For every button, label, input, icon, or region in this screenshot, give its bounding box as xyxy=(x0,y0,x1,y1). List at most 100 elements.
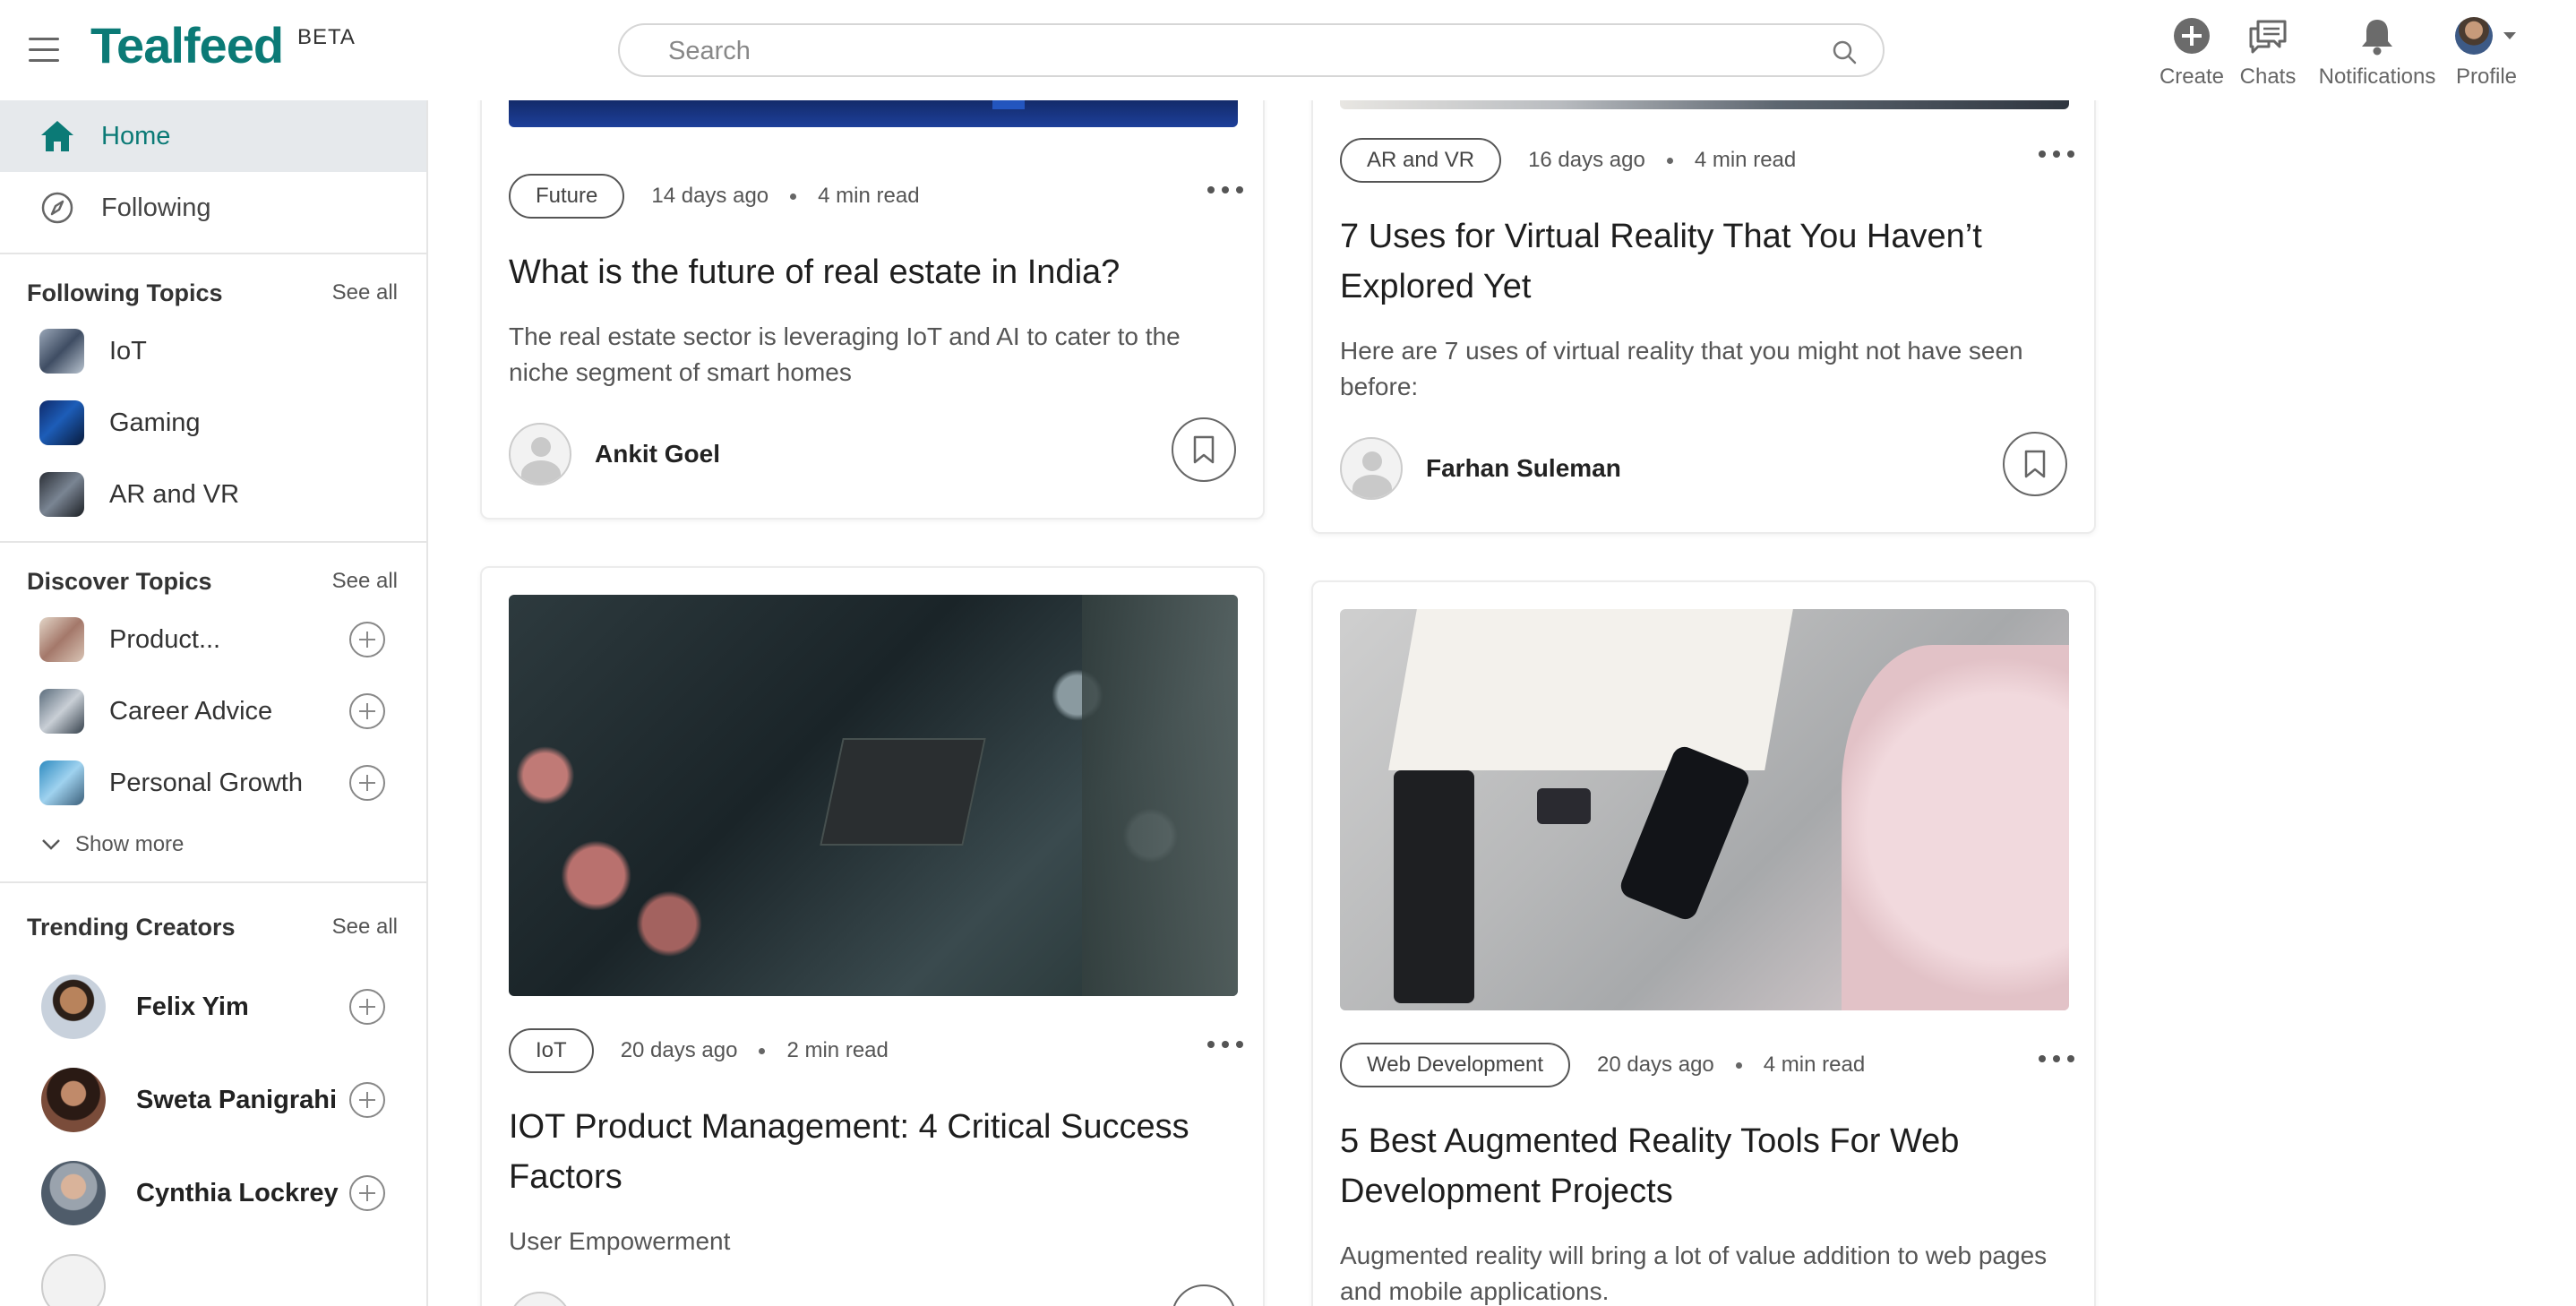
article-meta: IoT 20 days ago 2 min read xyxy=(509,1028,889,1073)
article-meta: Web Development 20 days ago 4 min read xyxy=(1340,1043,1865,1087)
discover-topics-see-all[interactable]: See all xyxy=(332,569,398,594)
article-title[interactable]: 7 Uses for Virtual Reality That You Have… xyxy=(1340,211,2065,312)
trending-creators-see-all[interactable]: See all xyxy=(332,915,398,940)
avatar xyxy=(41,1254,106,1306)
chats-button[interactable]: Chats xyxy=(2234,13,2302,90)
separator-dot xyxy=(1666,157,1673,164)
follow-creator-button[interactable] xyxy=(349,1082,385,1118)
divider xyxy=(0,881,426,883)
bookmark-button[interactable] xyxy=(1172,1285,1236,1306)
chat-icon xyxy=(2249,20,2287,54)
show-more-button[interactable]: Show more xyxy=(0,819,426,871)
profile-button[interactable]: Profile xyxy=(2451,13,2522,90)
article-title[interactable]: 5 Best Augmented Reality Tools For Web D… xyxy=(1340,1116,2065,1216)
home-icon xyxy=(41,121,73,151)
topic-personal-growth[interactable]: Personal Growth xyxy=(0,747,426,819)
article-tag[interactable]: Web Development xyxy=(1340,1043,1570,1087)
follow-topic-button[interactable] xyxy=(349,765,385,801)
topic-gaming[interactable]: Gaming xyxy=(0,387,426,459)
top-header: Tealfeed BETA Create Chats xyxy=(0,0,2576,100)
topic-thumbnail xyxy=(39,472,84,517)
follow-creator-button[interactable] xyxy=(349,989,385,1025)
article-card[interactable]: IoT 20 days ago 2 min read IOT Product M… xyxy=(480,566,1265,1306)
more-options-icon[interactable] xyxy=(2039,1050,2074,1068)
trending-creators-header: Trending Creators See all xyxy=(0,894,426,960)
article-card[interactable]: Web Development 20 days ago 4 min read 5… xyxy=(1311,580,2096,1306)
topic-thumbnail xyxy=(39,760,84,805)
notifications-label: Notifications xyxy=(2318,64,2436,89)
topic-label: Career Advice xyxy=(109,696,273,726)
compass-icon xyxy=(41,192,73,224)
follow-topic-button[interactable] xyxy=(349,693,385,729)
article-card[interactable]: Future 14 days ago 4 min read What is th… xyxy=(480,54,1265,520)
creator-cynthia-lockrey[interactable]: Cynthia Lockrey xyxy=(0,1147,426,1240)
article-author[interactable]: Ankit Goel xyxy=(509,423,720,485)
follow-topic-button[interactable] xyxy=(349,622,385,657)
topic-thumbnail xyxy=(39,689,84,734)
follow-creator-button[interactable] xyxy=(349,1175,385,1211)
creator-partial[interactable] xyxy=(0,1240,426,1306)
topic-ar-vr[interactable]: AR and VR xyxy=(0,459,426,530)
article-author[interactable] xyxy=(509,1292,595,1306)
article-read-time: 2 min read xyxy=(786,1038,889,1062)
bookmark-button[interactable] xyxy=(1172,417,1236,482)
chevron-down-icon xyxy=(42,839,60,850)
article-read-time: 4 min read xyxy=(1694,148,1797,172)
topic-thumbnail xyxy=(39,329,84,374)
avatar xyxy=(41,975,106,1039)
topic-iot[interactable]: IoT xyxy=(0,315,426,387)
separator-dot xyxy=(790,193,797,200)
article-age: 16 days ago xyxy=(1528,148,1645,172)
creator-felix-yim[interactable]: Felix Yim xyxy=(0,960,426,1053)
topic-label: IoT xyxy=(109,336,147,365)
author-name: Ankit Goel xyxy=(595,440,721,468)
chats-label: Chats xyxy=(2239,64,2297,89)
creator-name: Cynthia Lockrey xyxy=(136,1178,339,1207)
article-meta: Future 14 days ago 4 min read xyxy=(509,174,920,219)
divider xyxy=(0,541,426,543)
article-title[interactable]: IOT Product Management: 4 Critical Succe… xyxy=(509,1102,1234,1202)
article-tag[interactable]: IoT xyxy=(509,1028,594,1073)
sidebar: Home Following Following Topics See all … xyxy=(0,100,428,1306)
article-tag[interactable]: AR and VR xyxy=(1340,138,1502,183)
nav-home[interactable]: Home xyxy=(0,100,426,172)
article-image[interactable] xyxy=(1340,609,2069,1010)
more-options-icon[interactable] xyxy=(1207,1035,1243,1053)
bookmark-button[interactable] xyxy=(2003,432,2067,496)
article-title[interactable]: What is the future of real estate in Ind… xyxy=(509,247,1234,297)
discover-topics-title: Discover Topics xyxy=(27,567,212,595)
logo[interactable]: Tealfeed xyxy=(90,16,284,74)
author-name: Farhan Suleman xyxy=(1426,454,1621,482)
article-card[interactable]: AR and VR 16 days ago 4 min read 7 Uses … xyxy=(1311,54,2096,534)
topic-label: AR and VR xyxy=(109,479,240,509)
topic-career-advice[interactable]: Career Advice xyxy=(0,675,426,747)
bookmark-icon xyxy=(2024,450,2046,478)
nav-following[interactable]: Following xyxy=(0,172,426,244)
bookmark-icon xyxy=(1193,435,1215,464)
article-age: 14 days ago xyxy=(651,184,769,208)
chevron-down-icon xyxy=(2503,32,2516,39)
divider xyxy=(0,253,426,254)
menu-icon[interactable] xyxy=(29,38,59,63)
article-tag[interactable]: Future xyxy=(509,174,625,219)
avatar xyxy=(2455,17,2493,55)
following-topics-see-all[interactable]: See all xyxy=(332,280,398,305)
avatar xyxy=(41,1068,106,1132)
article-read-time: 4 min read xyxy=(1763,1053,1866,1077)
article-author[interactable]: Farhan Suleman xyxy=(1340,437,1621,500)
topic-label: Personal Growth xyxy=(109,768,303,797)
more-options-icon[interactable] xyxy=(1207,181,1243,199)
more-options-icon[interactable] xyxy=(2039,145,2074,163)
create-label: Create xyxy=(2159,64,2225,89)
search-input[interactable] xyxy=(668,37,1788,66)
article-read-time: 4 min read xyxy=(818,184,920,208)
article-image[interactable] xyxy=(509,595,1238,996)
search-icon[interactable] xyxy=(1831,39,1858,65)
notifications-button[interactable]: Notifications xyxy=(2309,13,2445,90)
topic-product[interactable]: Product... xyxy=(0,604,426,675)
plus-circle-icon xyxy=(2174,18,2210,54)
create-button[interactable]: Create xyxy=(2154,13,2229,90)
separator-dot xyxy=(759,1047,766,1054)
creator-sweta-panigrahi[interactable]: Sweta Panigrahi xyxy=(0,1053,426,1147)
show-more-label: Show more xyxy=(75,832,185,856)
